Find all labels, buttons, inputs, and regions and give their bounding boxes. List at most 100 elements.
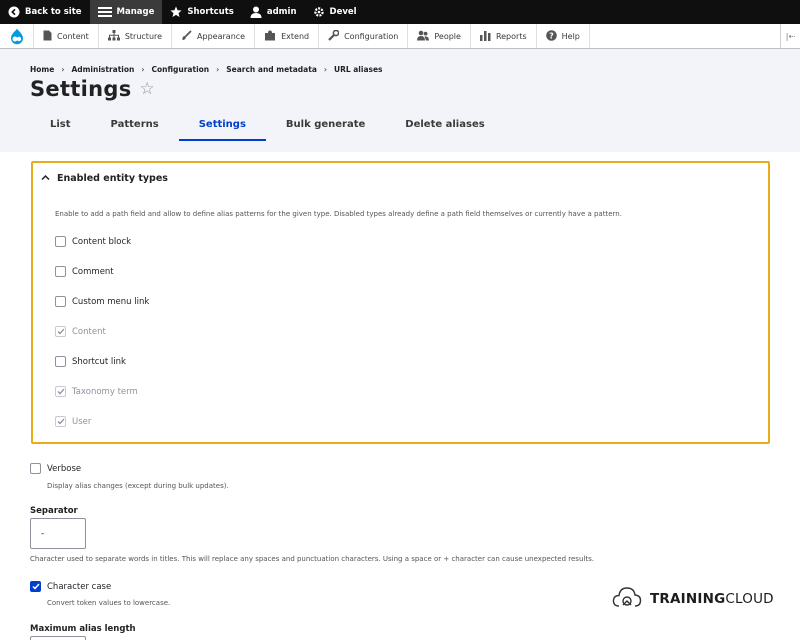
breadcrumb: Home › Administration › Configuration › … xyxy=(30,65,383,74)
trainingcloud-logo: TRAININGCLOUD xyxy=(612,586,774,612)
verbose-checkbox[interactable] xyxy=(30,463,41,474)
option-shortcut-link[interactable]: Shortcut link xyxy=(55,356,126,367)
tray-item-appearance[interactable]: Appearance xyxy=(172,24,256,48)
option-label: Taxonomy term xyxy=(72,386,138,397)
option-label: User xyxy=(72,416,92,427)
breadcrumb-separator: › xyxy=(323,65,327,74)
devel-toggle[interactable]: Devel xyxy=(305,0,365,24)
breadcrumb-link[interactable]: Administration xyxy=(71,65,134,74)
character-case-label: Character case xyxy=(47,581,112,592)
max-alias-length-label: Maximum alias length xyxy=(30,624,136,634)
entity-types-description: Enable to add a path field and allow to … xyxy=(55,210,622,218)
checkbox[interactable] xyxy=(55,236,66,247)
breadcrumb-separator: › xyxy=(216,65,220,74)
people-icon xyxy=(417,30,430,43)
chevron-up-icon xyxy=(41,173,50,184)
tray-item-label: Structure xyxy=(124,31,163,41)
tab-settings[interactable]: Settings xyxy=(178,111,266,141)
back-to-site-label: Back to site xyxy=(25,7,82,17)
bar-chart-icon xyxy=(479,30,491,43)
star-outline-icon[interactable]: ☆ xyxy=(140,79,156,99)
drupal-logo-icon[interactable] xyxy=(0,24,34,48)
tray-item-help[interactable]: ? Help xyxy=(537,24,590,48)
tab-bulk-generate[interactable]: Bulk generate xyxy=(266,111,385,141)
shortcuts-toggle[interactable]: Shortcuts xyxy=(162,0,241,24)
option-label: Comment xyxy=(72,266,114,277)
separator-description: Character used to separate words in titl… xyxy=(30,555,594,563)
breadcrumb-link[interactable]: Search and metadata xyxy=(226,65,317,74)
option-label: Custom menu link xyxy=(72,296,150,307)
verbose-label: Verbose xyxy=(47,463,82,474)
option-user: User xyxy=(55,416,91,427)
tray-item-configuration[interactable]: Configuration xyxy=(319,24,409,48)
option-label: Content xyxy=(72,326,106,337)
tray-item-label: Extend xyxy=(281,31,310,41)
back-to-site-link[interactable]: Back to site xyxy=(0,0,90,24)
logo-text: TRAININGCLOUD xyxy=(650,591,774,607)
page-title-wrap: Settings ☆ xyxy=(30,77,155,101)
page-header: Home › Administration › Configuration › … xyxy=(0,49,800,152)
option-comment[interactable]: Comment xyxy=(55,266,114,277)
tab-patterns[interactable]: Patterns xyxy=(91,111,179,141)
tray-item-label: Reports xyxy=(495,31,527,41)
character-case-option[interactable]: Character case xyxy=(30,581,111,592)
breadcrumb-link[interactable]: Home xyxy=(30,65,54,74)
option-taxonomy-term: Taxonomy term xyxy=(55,386,138,397)
option-content: Content xyxy=(55,326,106,337)
tray-item-content[interactable]: Content xyxy=(34,24,99,48)
verbose-description: Display alias changes (except during bul… xyxy=(47,482,229,490)
shortcuts-label: Shortcuts xyxy=(187,7,234,17)
tray-item-label: Configuration xyxy=(344,31,399,41)
logo-text-rest: CLOUD xyxy=(725,591,774,607)
manage-label: Manage xyxy=(116,7,155,17)
tray-item-structure[interactable]: Structure xyxy=(99,24,173,48)
page-title: Settings xyxy=(30,77,132,101)
separator-input[interactable]: - xyxy=(30,518,86,549)
user-menu-toggle[interactable]: admin xyxy=(242,0,305,24)
menu-icon xyxy=(97,6,112,18)
tray-item-reports[interactable]: Reports xyxy=(471,24,537,48)
sitemap-icon xyxy=(107,29,120,43)
checkbox[interactable] xyxy=(55,296,66,307)
svg-text:?: ? xyxy=(549,31,554,40)
breadcrumb-separator: › xyxy=(141,65,145,74)
primary-tabs: List Patterns Settings Bulk generate Del… xyxy=(30,111,505,141)
breadcrumb-link[interactable]: Configuration xyxy=(151,65,209,74)
star-icon xyxy=(170,6,182,18)
separator-label: Separator xyxy=(30,506,78,516)
help-icon: ? xyxy=(545,29,557,43)
manage-toggle[interactable]: Manage xyxy=(89,0,163,24)
breadcrumb-link[interactable]: URL aliases xyxy=(334,65,383,74)
document-icon xyxy=(43,30,52,43)
tray-item-label: Content xyxy=(57,31,89,41)
tray-item-people[interactable]: People xyxy=(408,24,471,48)
checkbox[interactable] xyxy=(55,356,66,367)
option-label: Content block xyxy=(72,236,132,247)
checkbox-disabled xyxy=(55,416,66,427)
back-arrow-icon xyxy=(8,6,20,18)
option-content-block[interactable]: Content block xyxy=(55,236,131,247)
tray-item-label: Appearance xyxy=(197,31,246,41)
tab-delete-aliases[interactable]: Delete aliases xyxy=(385,111,504,141)
wrench-icon xyxy=(328,29,340,43)
verbose-option[interactable]: Verbose xyxy=(30,463,81,474)
paintbrush-icon xyxy=(181,29,192,43)
tray-item-label: People xyxy=(434,31,461,41)
max-alias-length-input[interactable] xyxy=(30,636,86,640)
cloud-icon xyxy=(612,586,642,612)
gear-icon xyxy=(313,6,325,18)
character-case-description: Convert token values to lowercase. xyxy=(47,599,171,607)
collapse-tray-icon[interactable]: |⇠ xyxy=(780,24,800,48)
admin-tray: Content Structure Appearance Extend Conf… xyxy=(0,24,800,49)
tray-item-extend[interactable]: Extend xyxy=(255,24,320,48)
checkbox-disabled xyxy=(55,326,66,337)
logo-text-bold: TRAINING xyxy=(650,591,726,607)
checkbox[interactable] xyxy=(55,266,66,277)
puzzle-icon xyxy=(264,30,276,43)
enabled-entity-types-summary[interactable]: Enabled entity types xyxy=(41,173,168,184)
tab-list[interactable]: List xyxy=(30,111,91,141)
character-case-checkbox[interactable] xyxy=(30,581,41,592)
admin-toolbar: Back to site Manage Shortcuts admin Deve… xyxy=(0,0,800,24)
option-custom-menu-link[interactable]: Custom menu link xyxy=(55,296,149,307)
breadcrumb-separator: › xyxy=(61,65,65,74)
